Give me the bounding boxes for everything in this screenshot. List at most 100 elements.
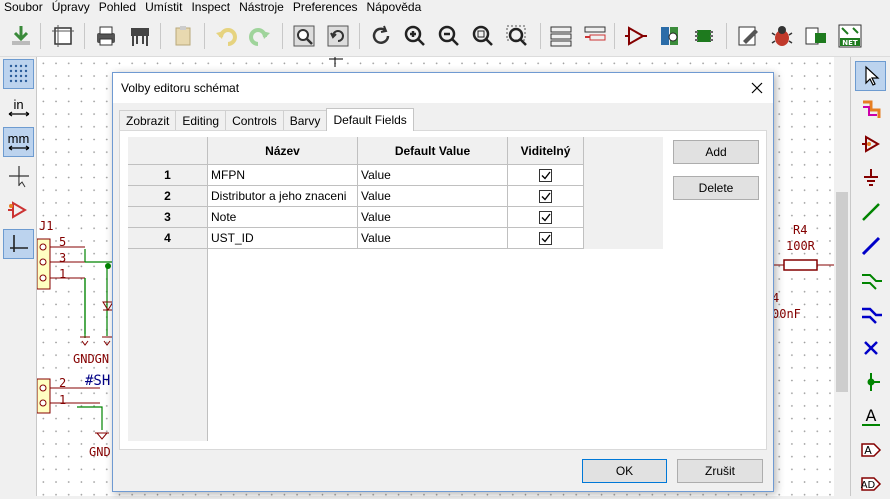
zoom-out-icon[interactable]	[434, 21, 464, 51]
tab-barvy[interactable]: Barvy	[282, 110, 328, 131]
menu-bar: Soubor Úpravy Pohled Umístit Inspect Nás…	[0, 0, 890, 16]
row-header[interactable]: 1	[128, 165, 208, 186]
svg-text:AD: AD	[860, 480, 875, 491]
ok-button[interactable]: OK	[582, 459, 667, 483]
hierarchy-icon[interactable]	[546, 21, 576, 51]
menu-upravy[interactable]: Úpravy	[48, 0, 94, 16]
redo-icon[interactable]	[245, 21, 275, 51]
visible-checkbox[interactable]	[539, 210, 552, 224]
ref-j1: J1	[39, 219, 54, 233]
pin-1-label: 1	[59, 267, 67, 281]
footprint-editor-icon[interactable]	[689, 21, 719, 51]
menu-pohled[interactable]: Pohled	[95, 0, 140, 16]
bus-to-bus-entry-icon[interactable]	[855, 299, 886, 329]
netlist-icon[interactable]: NET	[835, 21, 865, 51]
add-hier-label-icon[interactable]: AD	[855, 469, 886, 499]
menu-nastroje[interactable]: Nástroje	[235, 0, 288, 16]
grid-toggle-icon[interactable]	[3, 59, 34, 89]
column-header-default-value[interactable]: Default Value	[358, 137, 508, 165]
symbol-editor-icon[interactable]	[621, 21, 651, 51]
refresh-icon[interactable]	[366, 21, 396, 51]
add-symbol-icon[interactable]	[855, 129, 886, 159]
column-header-name[interactable]: Název	[208, 137, 358, 165]
paste-icon[interactable]	[168, 21, 198, 51]
menu-umistit[interactable]: Umístit	[141, 0, 186, 16]
menu-napoveda[interactable]: Nápověda	[363, 0, 426, 16]
menu-preferences[interactable]: Preferences	[289, 0, 362, 16]
close-icon[interactable]	[747, 78, 767, 98]
grid-empty-area	[208, 249, 663, 441]
vertical-scrollbar[interactable]	[834, 57, 850, 496]
add-label-icon[interactable]: A	[855, 401, 886, 431]
menu-inspect[interactable]: Inspect	[187, 0, 234, 16]
cell-name[interactable]: Distributor a jeho znaceni	[208, 186, 358, 207]
row-header[interactable]: 2	[128, 186, 208, 207]
tab-default-fields[interactable]: Default Fields	[326, 108, 414, 131]
add-power-icon[interactable]	[855, 163, 886, 193]
symbol-browser-icon[interactable]	[655, 21, 685, 51]
cell-name[interactable]: MFPN	[208, 165, 358, 186]
cell-default-value[interactable]: Value	[358, 228, 508, 249]
cursor-crosshair-icon[interactable]	[3, 161, 34, 191]
tab-editing[interactable]: Editing	[175, 110, 227, 131]
print-icon[interactable]	[91, 21, 121, 51]
find-icon[interactable]	[289, 21, 319, 51]
highlight-net-icon[interactable]	[855, 95, 886, 125]
row-header[interactable]: 3	[128, 207, 208, 228]
plot-icon[interactable]	[125, 21, 155, 51]
undo-icon[interactable]	[211, 21, 241, 51]
cell-name[interactable]: Note	[208, 207, 358, 228]
cap-value: 00nF	[772, 307, 801, 321]
pin-2-label: 2	[59, 376, 67, 390]
zoom-in-icon[interactable]	[400, 21, 430, 51]
column-header-visible[interactable]: Viditelný	[508, 137, 584, 165]
add-global-label-icon[interactable]: A	[855, 435, 886, 465]
add-bus-icon[interactable]	[855, 231, 886, 261]
zoom-fit-icon[interactable]	[468, 21, 498, 51]
tab-zobrazit[interactable]: Zobrazit	[119, 110, 177, 131]
find-replace-icon[interactable]	[323, 21, 353, 51]
add-wire-icon[interactable]	[855, 197, 886, 227]
no-connect-icon[interactable]	[855, 333, 886, 363]
tab-controls[interactable]: Controls	[225, 110, 284, 131]
zoom-selection-icon[interactable]	[502, 21, 532, 51]
svg-text:A: A	[864, 444, 872, 457]
dialog-title-bar[interactable]: Volby editoru schémat	[113, 73, 773, 103]
delete-button[interactable]: Delete	[673, 176, 759, 200]
leave-sheet-icon[interactable]	[580, 21, 610, 51]
pin-1b-label: 1	[59, 393, 67, 407]
cell-visible	[508, 228, 584, 249]
visible-checkbox[interactable]	[539, 168, 552, 182]
grid-corner	[128, 137, 208, 165]
erc-icon[interactable]	[767, 21, 797, 51]
default-fields-panel: Název Default Value Viditelný 1 MFPN Val…	[119, 130, 767, 450]
add-button[interactable]: Add	[673, 140, 759, 164]
visible-checkbox[interactable]	[539, 189, 552, 203]
junction-icon[interactable]	[855, 367, 886, 397]
scrollbar-thumb[interactable]	[836, 192, 848, 392]
save-icon[interactable]	[6, 21, 36, 51]
units-mm-button[interactable]: mm	[3, 127, 34, 157]
gnd-label-2: GND	[89, 445, 111, 459]
page-settings-icon[interactable]	[48, 21, 78, 51]
line-45-mode-icon[interactable]	[3, 229, 34, 259]
cell-name[interactable]: UST_ID	[208, 228, 358, 249]
cancel-button[interactable]: Zrušit	[677, 459, 763, 483]
menu-soubor[interactable]: Soubor	[0, 0, 47, 16]
dialog-title: Volby editoru schémat	[121, 81, 240, 95]
assign-footprints-icon[interactable]	[801, 21, 831, 51]
sheet-label: #SH	[85, 373, 111, 389]
select-arrow-icon[interactable]	[855, 61, 886, 91]
gnd-label: GNDGN	[73, 352, 110, 366]
hidden-pins-icon[interactable]	[3, 195, 34, 225]
row-header[interactable]: 4	[128, 228, 208, 249]
cell-default-value[interactable]: Value	[358, 165, 508, 186]
wire-to-bus-entry-icon[interactable]	[855, 265, 886, 295]
cell-default-value[interactable]: Value	[358, 207, 508, 228]
visible-checkbox[interactable]	[539, 231, 552, 245]
units-inch-button[interactable]: in	[3, 93, 34, 123]
units-mm-label: mm	[7, 131, 30, 146]
cell-default-value[interactable]: Value	[358, 186, 508, 207]
svg-text:A: A	[865, 406, 876, 425]
annotate-icon[interactable]	[733, 21, 763, 51]
